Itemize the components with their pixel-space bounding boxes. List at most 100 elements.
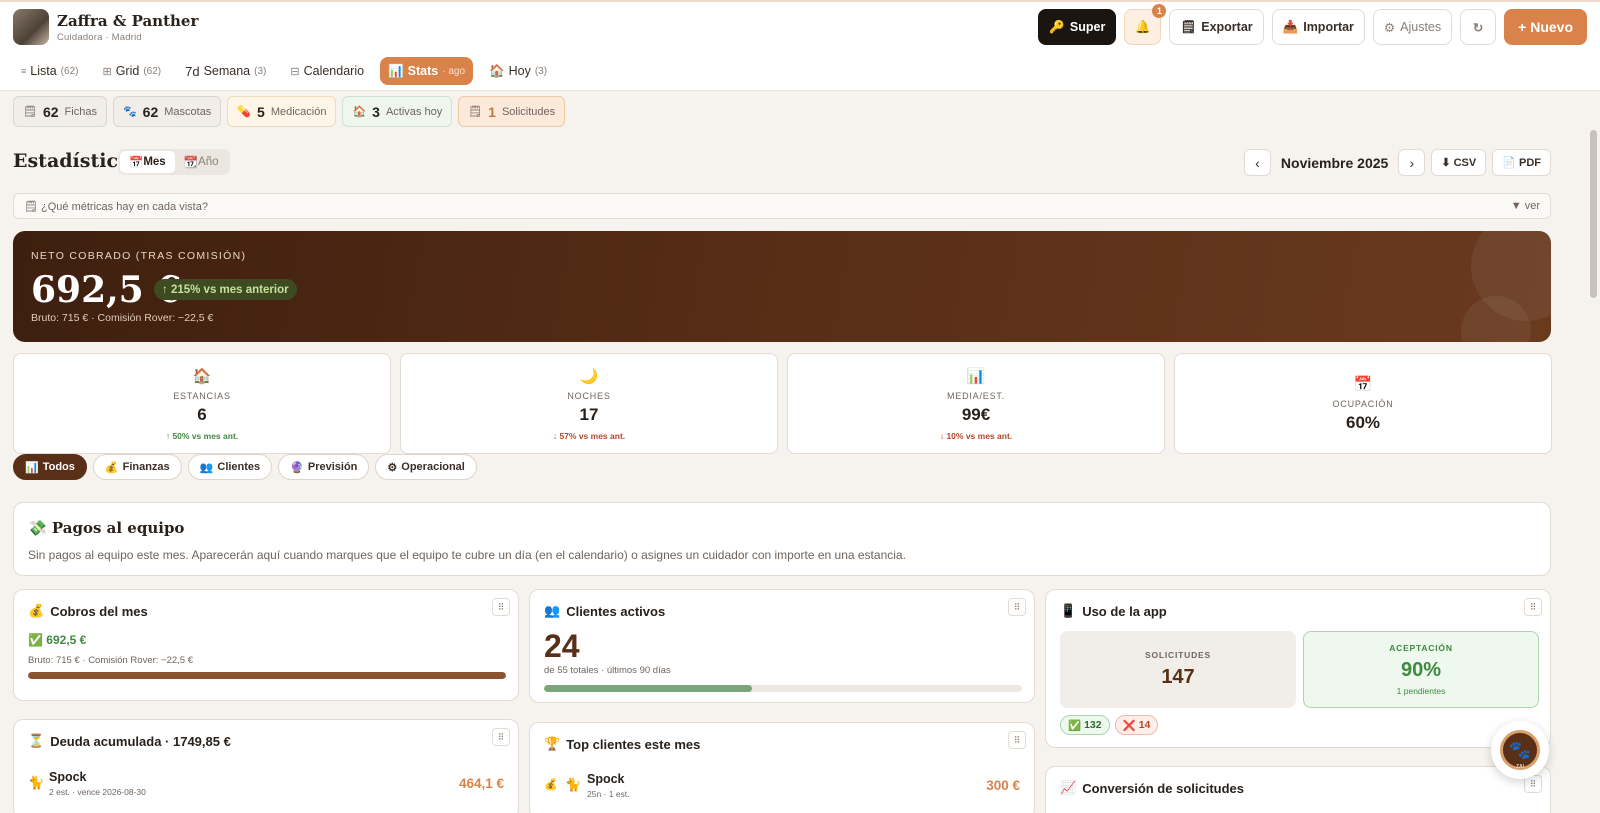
monthly-income-card: 💰 Cobros del mes ⠿ ✅ 692,5 € Bruto: 715 €… <box>13 589 519 701</box>
bell-icon: 🔔 <box>1135 19 1151 34</box>
period-mes[interactable]: 📅 Mes <box>120 151 175 173</box>
drag-handle[interactable]: ⠿ <box>492 598 510 616</box>
scrollbar-thumb[interactable] <box>1590 130 1597 298</box>
kpi-ocupacion: 📅 OCUPACIÓN 60% <box>1174 353 1552 454</box>
income-breakdown: Bruto: 715 € · Comisión Rover: −22,5 € <box>28 655 194 666</box>
hourglass-icon: ⏳ <box>28 733 45 748</box>
chevron-down-icon: ▼ <box>1510 200 1525 212</box>
app-usage-card: 📱 Uso de la app ⠿ SOLICITUDES 147 ACEPTAC… <box>1045 589 1551 748</box>
period-navigator: ‹ Noviembre 2025 › ⬇ CSV 📄 PDF <box>1243 149 1551 176</box>
list-icon: ≡ <box>21 66 27 76</box>
medal-icon: 💰 <box>544 779 558 791</box>
debt-card: ⏳ Deuda acumulada · 1749,85 € ⠿ 🐈 Spock 2… <box>13 719 519 813</box>
calendar-icon: 📆 <box>183 157 199 169</box>
conversion-card: 📈 Conversión de solicitudes ⠿ <box>1045 766 1551 813</box>
super-button[interactable]: 🔑 Super <box>1038 9 1117 45</box>
chart-icon: 📊 <box>966 367 986 385</box>
drag-handle[interactable]: ⠿ <box>1008 598 1026 616</box>
period-toggle: 📅 Mes 📆 Año <box>118 149 230 175</box>
export-button[interactable]: 🗒 Exportar <box>1169 9 1264 45</box>
kpi-estancias: 🏠 ESTANCIAS 6 ↑ 50% vs mes ant. <box>13 353 391 454</box>
tab-stats[interactable]: 📊 Stats · ago <box>380 57 474 85</box>
calendar-icon: 📅 <box>1353 375 1373 393</box>
card-title: 💰 Cobros del mes <box>28 603 148 619</box>
tab-lista[interactable]: ≡ Lista (62) <box>13 57 86 85</box>
brand: Zaffra & Panther Cuidadora · Madrid <box>13 9 198 45</box>
next-month-button[interactable]: › <box>1398 149 1426 176</box>
summary-medicacion[interactable]: 💊 5 Medicación <box>227 96 337 127</box>
clients-progress <box>544 685 1022 692</box>
filter-finanzas[interactable]: 💰 Finanzas <box>92 454 182 480</box>
note-icon: 🗒 <box>24 200 42 213</box>
filter-prevision[interactable]: 🔮 Previsión <box>278 454 370 480</box>
calendar-icon: 📅 <box>129 157 144 169</box>
header-actions: 🔑 Super 🔔 1 🗒 Exportar 📥 Importar ⚙ Ajus… <box>1038 4 1587 45</box>
tab-hoy[interactable]: 🏠 Hoy (3) <box>481 57 555 85</box>
chevron-right-icon: › <box>1409 154 1415 171</box>
income-progress <box>28 672 506 679</box>
summary-activas-hoy[interactable]: 🏠 3 Activas hoy <box>342 96 453 127</box>
assistant-label: ZAI <box>1515 764 1525 770</box>
calendar-icon: ⊟ <box>290 65 300 78</box>
avatar[interactable] <box>13 9 49 45</box>
top-clients-card: 🏆 Top clientes este mes ⠿ 💰 🐈 Spock 25n ·… <box>529 722 1035 813</box>
week-icon: 7d <box>185 63 200 79</box>
cat-icon: 🐈 <box>565 777 582 792</box>
new-button[interactable]: + Nuevo <box>1504 9 1587 45</box>
accepted-badge: ✅ 132 <box>1060 715 1110 735</box>
crystal-ball-icon: 🔮 <box>290 461 304 474</box>
summary-fichas[interactable]: 🗒 62 Fichas <box>13 96 107 127</box>
active-clients-value: 24 <box>544 628 580 664</box>
document-icon: 📄 <box>1502 157 1519 169</box>
money-bag-icon: 💰 <box>104 461 119 474</box>
import-icon: 📥 <box>1282 19 1299 34</box>
card-title: ⏳ Deuda acumulada · 1749,85 € <box>28 733 231 749</box>
refresh-icon: ↻ <box>1472 20 1484 35</box>
refresh-button[interactable]: ↻ <box>1460 9 1497 45</box>
grid-icon: ⊞ <box>102 65 112 78</box>
kpi-noches: 🌙 NOCHES 17 ↓ 57% vs mes ant. <box>400 353 778 454</box>
house-icon: 🏠 <box>352 106 367 118</box>
kpi-media: 📊 MEDIA/EST. 99€ ↓ 10% vs mes ant. <box>787 353 1165 454</box>
summary-mascotas[interactable]: 🐾 62 Mascotas <box>112 96 222 127</box>
tab-calendario[interactable]: ⊟ Calendario <box>282 57 372 85</box>
filter-clientes[interactable]: 👥 Clientes <box>187 454 273 480</box>
inbox-icon: 🗒 <box>468 106 483 118</box>
csv-button[interactable]: ⬇ CSV <box>1431 149 1487 176</box>
metrics-info-toggle[interactable]: 🗒 ¿Qué métricas hay en cada vista? ▼ ver <box>13 193 1551 219</box>
income-value: ✅ 692,5 € <box>28 633 87 647</box>
summary-solicitudes[interactable]: 🗒 1 Solicitudes <box>458 96 566 127</box>
rejected-badge: ❌ 14 <box>1114 715 1159 735</box>
progress-fill <box>28 672 506 679</box>
download-icon: ⬇ <box>1441 157 1454 169</box>
pdf-button[interactable]: 📄 PDF <box>1492 149 1551 176</box>
settings-button[interactable]: ⚙ Ajustes <box>1372 9 1453 45</box>
filter-todos[interactable]: 📊 Todos <box>13 454 87 480</box>
period-anio[interactable]: 📆 Año <box>175 151 228 173</box>
card-title: 📱 Uso de la app <box>1060 603 1167 619</box>
drag-handle[interactable]: ⠿ <box>492 728 510 746</box>
prev-month-button[interactable]: ‹ <box>1243 149 1271 176</box>
card-icon: 🗒 <box>23 106 37 118</box>
requests-box: SOLICITUDES 147 <box>1060 631 1296 708</box>
card-title: 🏆 Top clientes este mes <box>544 736 701 752</box>
filter-operacional[interactable]: ⚙ Operacional <box>375 454 477 480</box>
kpi-row: 🏠 ESTANCIAS 6 ↑ 50% vs mes ant. 🌙 NOCHES… <box>13 353 1552 454</box>
tab-semana[interactable]: 7d Semana (3) <box>177 57 274 85</box>
progress-fill <box>544 685 753 692</box>
notifications-button[interactable]: 🔔 1 <box>1124 4 1167 45</box>
request-tags: ✅ 132 ❌ 14 <box>1060 715 1159 735</box>
drag-handle[interactable]: ⠿ <box>1524 598 1542 616</box>
phone-icon: 📱 <box>1060 603 1077 618</box>
import-button[interactable]: 📥 Importar <box>1271 9 1365 45</box>
chart-icon: 📊 <box>25 461 39 474</box>
current-month: Noviembre 2025 <box>1280 154 1389 171</box>
app-header: Zaffra & Panther Cuidadora · Madrid 🔑 Su… <box>0 2 1600 91</box>
drag-handle[interactable]: ⠿ <box>1008 731 1026 749</box>
assistant-button[interactable]: 🐾 ZAI <box>1491 721 1549 779</box>
hero-delta-badge: ↑ 215% vs mes anterior <box>154 279 297 300</box>
team-payments-card: 💸 Pagos al equipo Sin pagos al equipo es… <box>13 502 1551 576</box>
tab-grid[interactable]: ⊞ Grid (62) <box>94 57 169 85</box>
check-icon: ✅ <box>1068 719 1082 732</box>
active-clients-sub: de 55 totales · últimos 90 días <box>544 665 671 676</box>
